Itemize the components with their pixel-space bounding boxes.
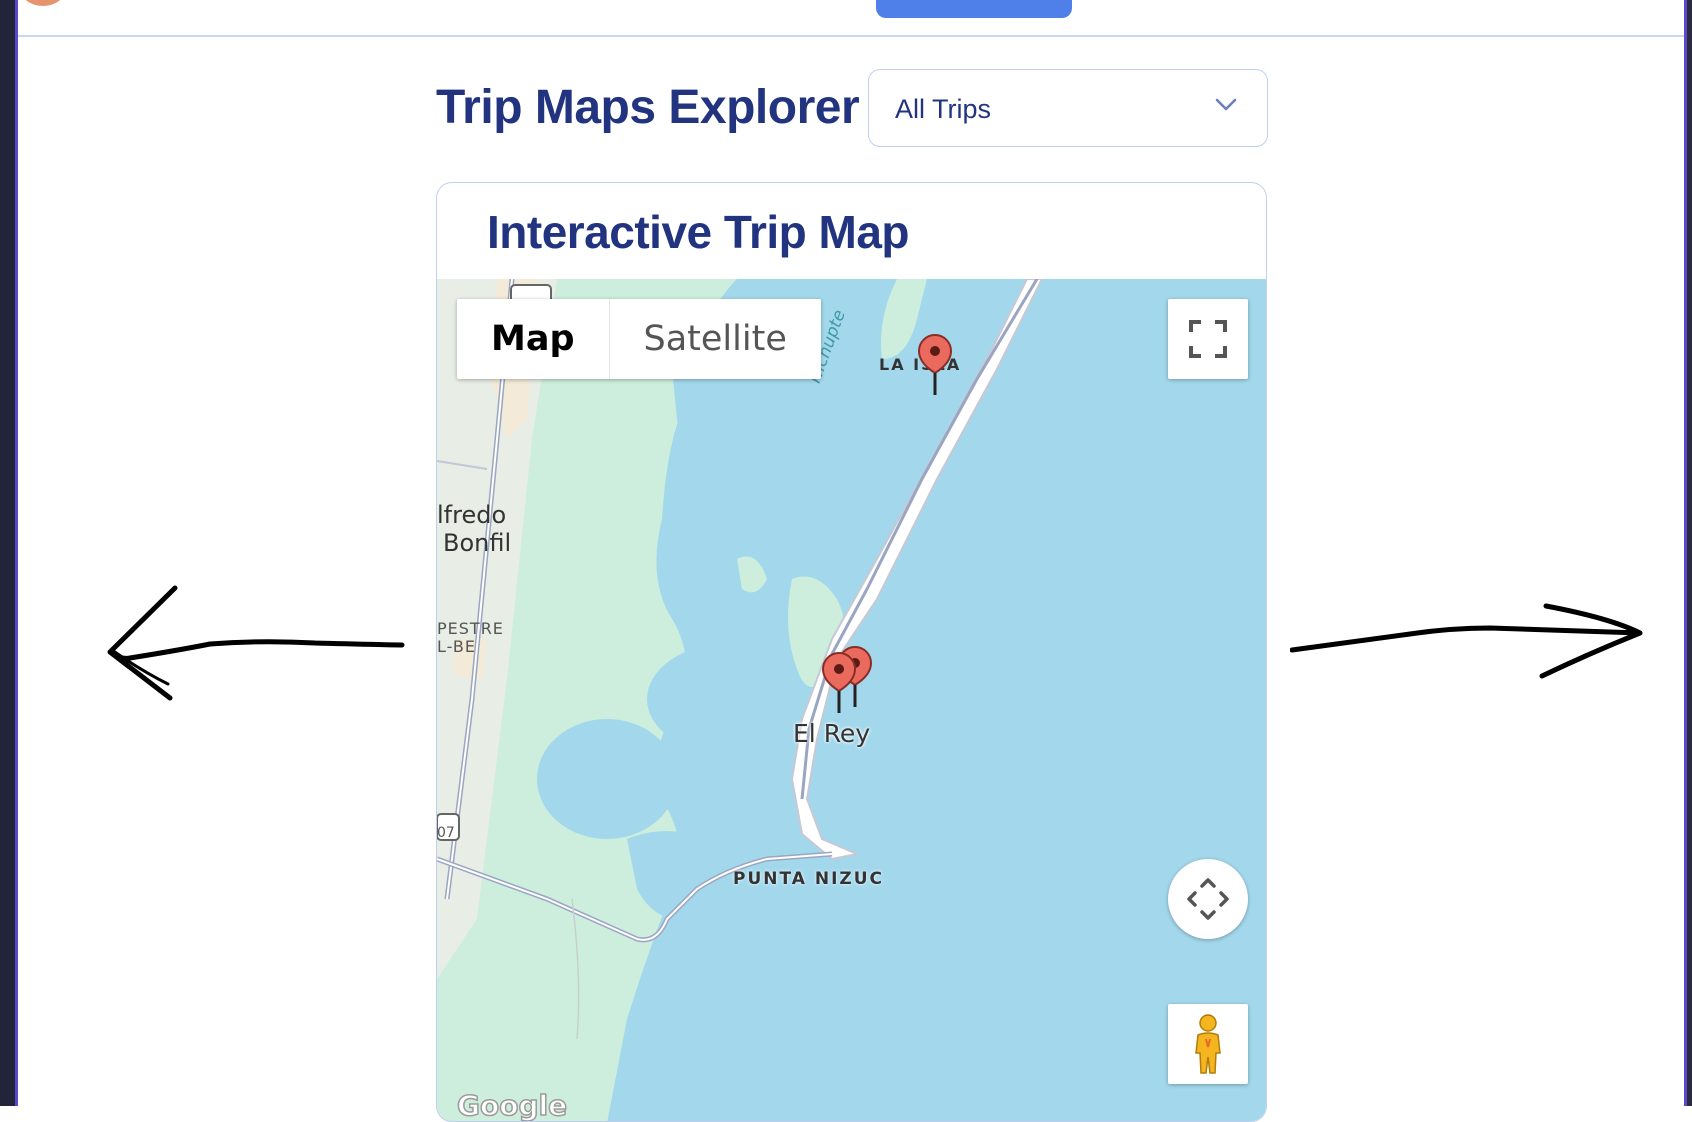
card-title: Interactive Trip Map (487, 206, 910, 258)
map-type-satellite-button[interactable]: Satellite (610, 299, 821, 379)
right-arrow-icon[interactable] (1289, 598, 1650, 693)
pan-control-button[interactable] (1168, 859, 1248, 939)
header-action-button[interactable] (876, 0, 1072, 18)
header-divider (18, 35, 1684, 37)
chevron-down-icon (1215, 98, 1237, 117)
fullscreen-icon (1189, 320, 1227, 358)
map-label-bonfil-2: Bonfil (443, 529, 512, 557)
map-label-punta-nizuc: PUNTA NIZUC (733, 869, 885, 889)
interactive-map[interactable]: lfredo Bonfil PESTRE L-BE LA ISLA Nichup… (437, 279, 1266, 1121)
map-label-el-rey: El Rey (793, 719, 871, 748)
trip-filter-value: All Trips (895, 94, 992, 124)
map-label-bonfil-1: lfredo (437, 501, 507, 529)
map-pin-icon[interactable] (915, 333, 955, 402)
page-title: Trip Maps Explorer (436, 81, 860, 134)
fullscreen-button[interactable] (1168, 299, 1248, 379)
map-pin-icon[interactable] (819, 651, 859, 720)
window-left-frame (0, 0, 18, 1106)
pegman-icon (1195, 1014, 1221, 1074)
route-shield-label: 07 (437, 825, 455, 841)
trip-map-card: Interactive Trip Map lfredo Bonfil PESTR… (436, 182, 1267, 1122)
map-label-estre: PESTRE (437, 619, 504, 638)
street-view-button[interactable] (1168, 1004, 1248, 1084)
left-arrow-icon[interactable] (100, 580, 410, 715)
window-right-frame (1684, 0, 1692, 1106)
avatar[interactable] (20, 0, 66, 6)
map-type-control: Map Satellite (457, 299, 821, 379)
trip-filter-select[interactable]: All Trips (868, 69, 1268, 147)
pan-control-icon (1187, 878, 1229, 920)
map-type-map-button[interactable]: Map (457, 299, 610, 379)
map-label-lbe: L-BE (437, 637, 476, 656)
